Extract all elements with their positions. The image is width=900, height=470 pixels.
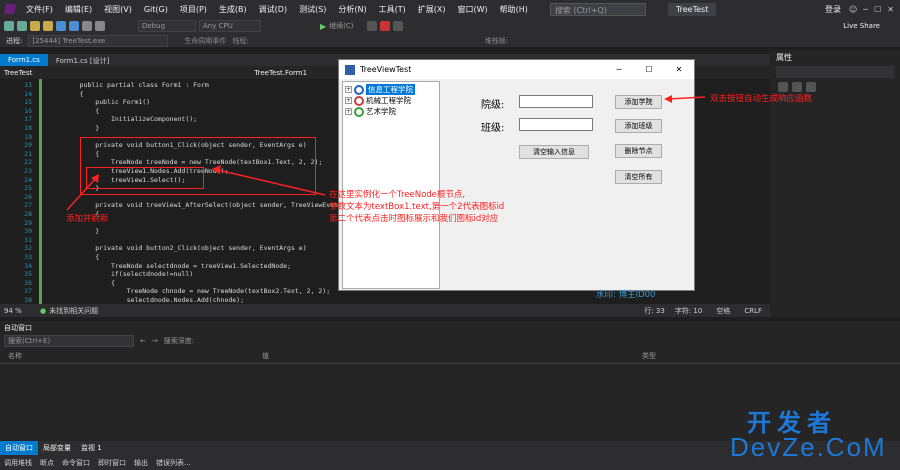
autos-title: 自动窗口 (4, 324, 32, 332)
col-value[interactable]: 值 (262, 351, 642, 361)
tab-watch1[interactable]: 监视 1 (76, 441, 107, 455)
col-type[interactable]: 类型 (642, 351, 656, 361)
annotation-watermark-code: 水印: 博主ID00 (596, 290, 656, 300)
annotation-line1: 在这里实例化一个TreeNode根节点, (329, 190, 466, 200)
status-immediate[interactable]: 即时窗口 (98, 458, 126, 468)
watermark-logo-en: DevZe.CoM (730, 432, 887, 462)
search-depth-label: 搜索深度: (163, 337, 195, 345)
status-breakpoints[interactable]: 断点 (40, 458, 54, 468)
tab-autos[interactable]: 自动窗口 (0, 441, 38, 455)
annotation-line3: 第二个代表点击时图标展示和我们图标id对应 (329, 214, 499, 224)
autos-search-input[interactable]: 搜索(Ctrl+E) (4, 335, 134, 347)
tab-locals[interactable]: 局部变量 (38, 441, 76, 455)
annotation-refresh: 添加并刷新 (66, 214, 109, 224)
status-command[interactable]: 命令窗口 (62, 458, 90, 468)
annotation-dblclick: 双击按钮自动生成响应函数 (710, 94, 813, 104)
annotation-line2: 参数文本为textBox1.text,第一个2代表图标id (329, 202, 505, 212)
status-errorlist[interactable]: 错误列表... (156, 458, 191, 468)
col-name[interactable]: 名称 (8, 351, 262, 361)
arrow-right-icon[interactable]: → (152, 337, 158, 345)
status-callstack[interactable]: 调用堆栈 (4, 458, 32, 468)
arrow-left-icon[interactable]: ← (140, 337, 146, 345)
status-output[interactable]: 输出 (134, 458, 148, 468)
